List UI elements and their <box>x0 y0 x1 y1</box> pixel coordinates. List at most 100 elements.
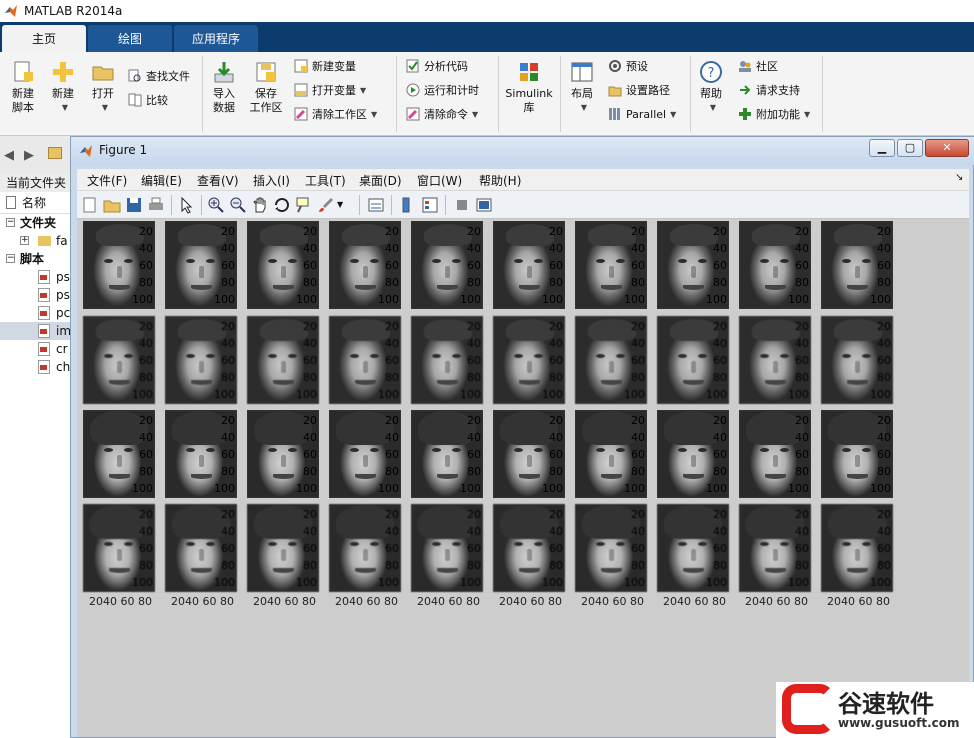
print-icon[interactable] <box>147 196 165 214</box>
zoom-out-icon[interactable] <box>229 196 247 214</box>
collapse-toggle-icon[interactable]: − <box>6 254 15 263</box>
close-button[interactable]: ✕ <box>925 139 969 157</box>
tree-item-script-selected[interactable]: im <box>0 322 73 340</box>
figure-canvas[interactable]: 20 40 60 80 100 20 40 60 80 100 20 40 60 80 100 20 40 60 8… <box>77 219 969 737</box>
chevron-down-icon[interactable]: ▼ <box>337 200 355 218</box>
face-eye <box>678 542 687 546</box>
tab-plots[interactable]: 绘图 <box>88 25 172 52</box>
y-tick-label: 20 <box>385 508 399 521</box>
set-path-button[interactable]: 设置路径 <box>608 80 670 100</box>
tree-item-script[interactable]: ps <box>0 268 73 286</box>
face-subplot: 20 40 60 80 100 <box>821 410 893 498</box>
simulink-icon <box>520 63 538 81</box>
y-tick-label: 20 <box>549 414 563 427</box>
y-tick-label: 20 <box>877 320 891 333</box>
menu-file[interactable]: 文件(F) <box>87 172 127 189</box>
tab-apps[interactable]: 应用程序 <box>174 25 258 52</box>
watermark: 谷速软件 www.gusuoft.com <box>776 682 974 738</box>
community-button[interactable]: 社区 <box>738 56 778 76</box>
menu-desktop[interactable]: 桌面(D) <box>359 172 402 189</box>
menu-window[interactable]: 窗口(W) <box>417 172 462 189</box>
new-script-button[interactable]: 新建 脚本 <box>8 60 38 115</box>
clear-workspace-button[interactable]: 清除工作区 ▼ <box>294 104 377 124</box>
figure-title-bar[interactable]: Figure 1 ▁ ▢ ✕ <box>71 137 974 165</box>
y-tick-labels: 20 40 60 80 100 <box>624 411 646 497</box>
open-button[interactable]: 打开 ▼ <box>88 60 118 115</box>
link-plot-icon[interactable] <box>367 196 385 214</box>
y-tick-labels: 20 40 60 80 100 <box>378 222 400 308</box>
clear-commands-button[interactable]: 清除命令 ▼ <box>406 104 478 124</box>
show-plot-tools-icon[interactable] <box>475 196 493 214</box>
run-and-time-button[interactable]: 运行和计时 <box>406 80 479 100</box>
face-mouth <box>191 285 212 290</box>
clear-commands-label: 清除命令 <box>424 108 468 121</box>
data-cursor-icon[interactable] <box>295 196 313 214</box>
expand-toggle-icon[interactable]: + <box>20 236 29 245</box>
save-workspace-button[interactable]: 保存 工作区 <box>246 60 286 115</box>
new-label: 新建 <box>52 87 74 100</box>
face-mouth <box>273 474 294 479</box>
m-file-icon <box>38 342 50 356</box>
y-tick-label: 80 <box>549 371 563 384</box>
analyze-code-button[interactable]: 分析代码 <box>406 56 468 76</box>
face-subplot: 20 40 60 80 100 <box>247 221 319 309</box>
menu-help[interactable]: 帮助(H) <box>479 172 521 189</box>
new-variable-button[interactable]: 新建变量 <box>294 56 356 76</box>
open-variable-button[interactable]: 打开变量 ▼ <box>294 80 366 100</box>
colorbar-icon[interactable] <box>397 196 415 214</box>
layout-button[interactable]: 布局 ▼ <box>566 60 598 115</box>
save-icon[interactable] <box>125 196 143 214</box>
select-arrow-icon[interactable] <box>177 196 195 214</box>
new-figure-icon[interactable] <box>81 196 99 214</box>
name-column-header[interactable]: 名称 <box>0 192 73 214</box>
y-tick-label: 20 <box>467 414 481 427</box>
menu-view[interactable]: 查看(V) <box>197 172 239 189</box>
preferences-button[interactable]: 预设 <box>608 56 648 76</box>
tree-item-folder[interactable]: + fa <box>0 232 73 250</box>
chevron-down-icon: ▼ <box>61 103 69 112</box>
addons-button[interactable]: 附加功能 ▼ <box>738 104 810 124</box>
brush-icon[interactable] <box>317 196 335 214</box>
face-subplot: 20 40 60 80 100 <box>411 410 483 498</box>
face-eye <box>534 259 543 263</box>
maximize-button[interactable]: ▢ <box>897 139 923 157</box>
zoom-in-icon[interactable] <box>207 196 225 214</box>
rotate-3d-icon[interactable] <box>273 196 291 214</box>
import-data-button[interactable]: 导入 数据 <box>208 60 240 115</box>
find-files-button[interactable]: 查找文件 <box>128 66 190 86</box>
tree-item-script[interactable]: ps <box>0 286 73 304</box>
y-tick-label: 60 <box>713 542 727 555</box>
menu-edit[interactable]: 编辑(E) <box>141 172 182 189</box>
simulink-library-button[interactable]: Simulink 库 <box>504 60 554 115</box>
tree-group-scripts[interactable]: − 脚本 <box>0 250 73 268</box>
hide-plot-tools-icon[interactable] <box>453 196 471 214</box>
menu-tools[interactable]: 工具(T) <box>305 172 346 189</box>
dock-arrow-icon[interactable]: ↘ <box>955 172 963 183</box>
tree-item-script[interactable]: ch <box>0 358 73 376</box>
menu-insert[interactable]: 插入(I) <box>253 172 290 189</box>
open-file-icon[interactable] <box>103 196 121 214</box>
divider <box>445 195 446 215</box>
help-button[interactable]: ? 帮助 ▼ <box>696 60 726 115</box>
folders-group-label: 文件夹 <box>20 216 57 230</box>
new-button[interactable]: 新建 ▼ <box>48 60 78 115</box>
compare-button[interactable]: 比较 <box>128 90 168 110</box>
face-nose <box>773 455 778 467</box>
tab-home[interactable]: 主页 <box>2 25 86 52</box>
minimize-button[interactable]: ▁ <box>869 139 895 157</box>
collapse-toggle-icon[interactable]: − <box>6 218 15 227</box>
request-support-button[interactable]: 请求支持 <box>738 80 800 100</box>
y-tick-label: 20 <box>303 320 317 333</box>
pan-hand-icon[interactable] <box>251 196 269 214</box>
tree-group-folders[interactable]: − 文件夹 <box>0 214 73 232</box>
legend-icon[interactable] <box>421 196 439 214</box>
forward-arrow-icon[interactable]: ▶ <box>24 148 34 163</box>
parallel-button[interactable]: Parallel ▼ <box>608 104 676 124</box>
y-tick-label: 40 <box>713 431 727 444</box>
up-folder-icon[interactable] <box>48 147 62 159</box>
face-eye <box>124 542 133 546</box>
tree-item-script[interactable]: pc <box>0 304 73 322</box>
back-arrow-icon[interactable]: ◀ <box>4 148 14 163</box>
y-tick-label: 40 <box>795 431 809 444</box>
tree-item-script[interactable]: cr <box>0 340 73 358</box>
